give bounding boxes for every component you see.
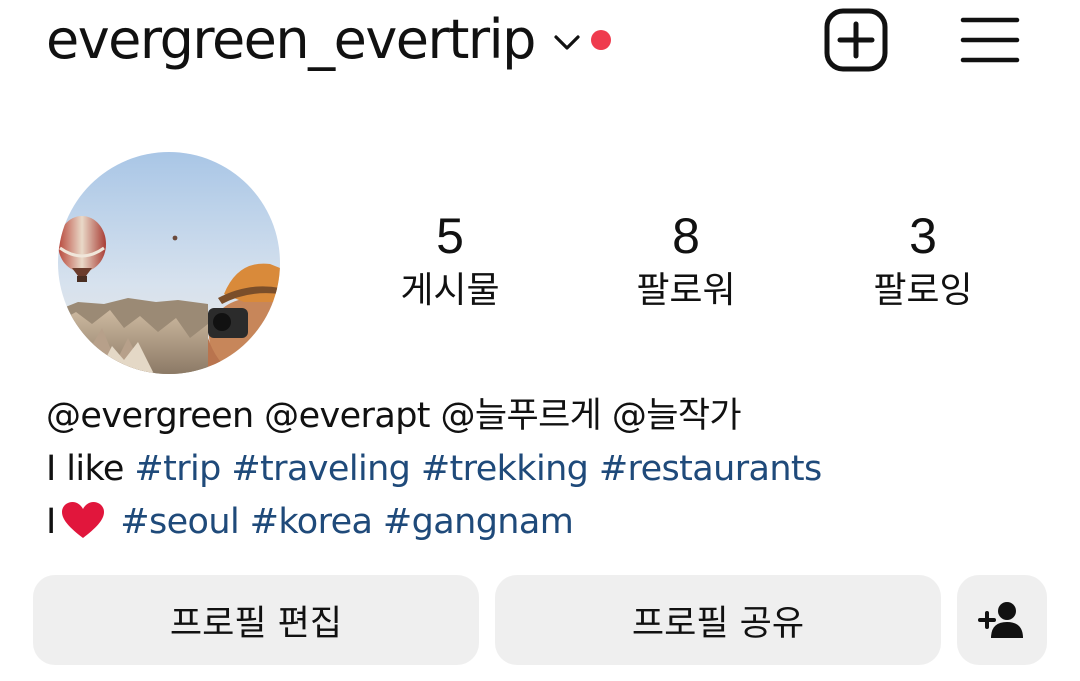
bio-hashtag[interactable]: #gangnam bbox=[383, 502, 574, 542]
bio-likes-line: I like #trip #traveling #trekking #resta… bbox=[46, 443, 1046, 496]
discover-people-button[interactable] bbox=[957, 575, 1047, 665]
bio-text: I bbox=[46, 502, 56, 542]
bio-hashtag[interactable]: #trekking bbox=[421, 449, 589, 489]
stat-following-label: 팔로잉 bbox=[873, 270, 973, 311]
add-person-icon bbox=[978, 602, 1023, 638]
bio-hashtag[interactable]: #trip bbox=[134, 449, 221, 489]
notification-dot bbox=[590, 30, 611, 50]
edit-profile-label: 프로필 편집 bbox=[169, 603, 343, 644]
edit-profile-button[interactable]: 프로필 편집 bbox=[33, 575, 479, 665]
bio-hashtag[interactable]: #korea bbox=[250, 502, 373, 542]
username: evergreen_evertrip bbox=[46, 8, 536, 71]
heart-icon bbox=[61, 502, 104, 538]
bio-mention[interactable]: @everapt bbox=[264, 396, 430, 436]
stat-following[interactable]: 3 팔로잉 bbox=[823, 206, 1023, 316]
hamburger-menu-icon[interactable] bbox=[960, 12, 1020, 68]
stat-following-count: 3 bbox=[909, 208, 937, 264]
bio-mention[interactable]: @evergreen bbox=[46, 396, 254, 436]
bio-hashtag[interactable]: #traveling bbox=[231, 449, 411, 489]
bio-text: I like bbox=[46, 449, 124, 489]
create-post-button[interactable] bbox=[824, 8, 888, 72]
share-profile-label: 프로필 공유 bbox=[631, 603, 805, 644]
profile-bio: @evergreen @everapt @늘푸르게 @늘작가 I like #t… bbox=[46, 390, 1046, 549]
top-bar: evergreen_evertrip bbox=[0, 0, 1080, 80]
profile-avatar[interactable] bbox=[58, 152, 280, 374]
bio-mention[interactable]: @늘푸르게 bbox=[440, 396, 601, 436]
bio-hashtag[interactable]: #seoul bbox=[120, 502, 239, 542]
profile-photo-icon bbox=[58, 152, 280, 374]
stat-followers[interactable]: 8 팔로워 bbox=[586, 206, 786, 316]
bio-mentions-line: @evergreen @everapt @늘푸르게 @늘작가 bbox=[46, 390, 1046, 443]
account-switcher[interactable]: evergreen_evertrip bbox=[46, 0, 611, 80]
stat-posts-label: 게시물 bbox=[400, 270, 500, 311]
stat-followers-label: 팔로워 bbox=[636, 270, 736, 311]
chevron-down-icon bbox=[554, 35, 580, 50]
bio-mention[interactable]: @늘작가 bbox=[612, 396, 742, 436]
stat-posts[interactable]: 5 게시물 bbox=[350, 206, 550, 316]
stat-followers-count: 8 bbox=[672, 208, 700, 264]
bio-hashtag[interactable]: #restaurants bbox=[599, 449, 822, 489]
stat-posts-count: 5 bbox=[436, 208, 464, 264]
bio-love-line: I #seoul #korea #gangnam bbox=[46, 496, 1046, 549]
share-profile-button[interactable]: 프로필 공유 bbox=[495, 575, 941, 665]
